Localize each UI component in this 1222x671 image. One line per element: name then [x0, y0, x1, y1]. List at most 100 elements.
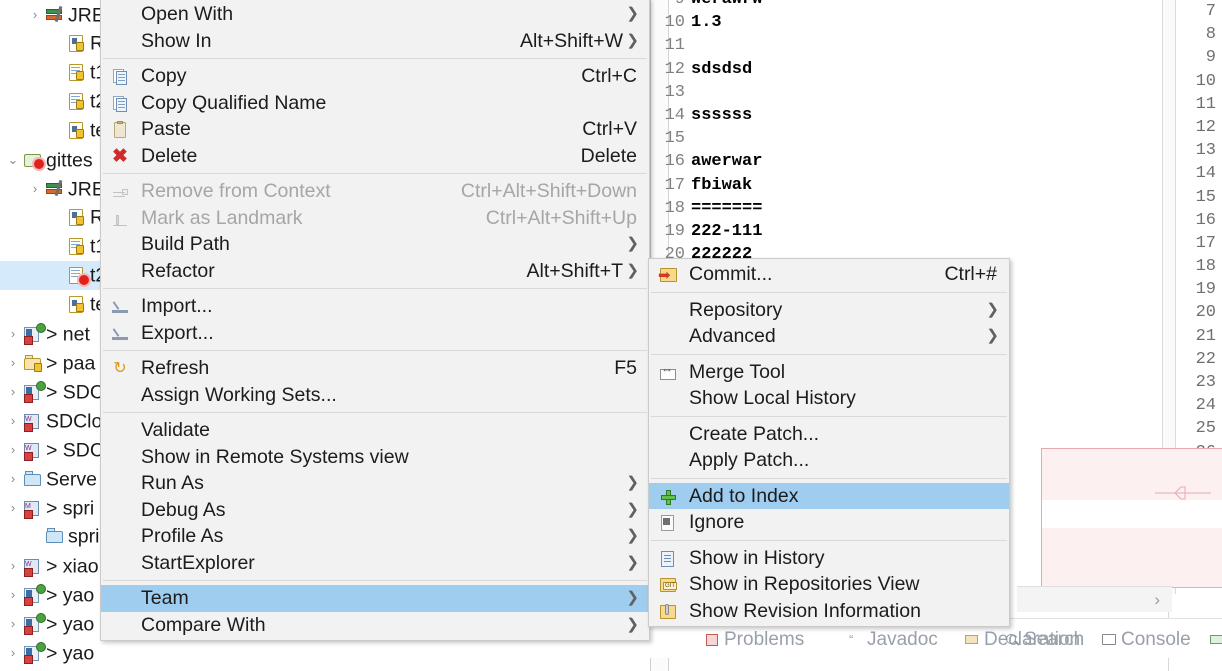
jre-library-icon: [44, 175, 68, 204]
code-line: 9: [1190, 46, 1216, 69]
expand-arrow-icon[interactable]: ›: [4, 667, 22, 671]
expand-arrow-icon[interactable]: ›: [4, 406, 22, 435]
menu-item-copy-qualified-name[interactable]: Copy Qualified Name: [101, 90, 649, 117]
code-line: 17: [1190, 232, 1216, 255]
code-line: 10: [1190, 70, 1216, 93]
chevron-right-icon: ❯: [626, 235, 639, 252]
view-tab-search[interactable]: Search: [1005, 626, 1084, 654]
menu-item-copy[interactable]: Copy Ctrl+C: [101, 63, 649, 90]
menu-item-show-in[interactable]: Show In Alt+Shift+W ❯: [101, 28, 649, 55]
menu-item-build-path[interactable]: Build Path ❯: [101, 231, 649, 258]
menu-item-assign-working-sets[interactable]: Assign Working Sets...: [101, 382, 649, 409]
menu-item-startexplorer[interactable]: StartExplorer ❯: [101, 550, 649, 577]
menu-item-team[interactable]: Team ❯: [101, 585, 649, 612]
menu-item-show-revision-information[interactable]: Show Revision Information: [649, 598, 1009, 625]
code-line: 19: [1190, 278, 1216, 301]
team-submenu[interactable]: ➡ Commit... Ctrl+# Repository ❯ Advanced ❯ ↔ Mer…: [648, 258, 1010, 627]
menu-item-ignore[interactable]: Ignore: [649, 509, 1009, 536]
menu-item-refactor[interactable]: Refactor Alt+Shift+T ❯: [101, 258, 649, 285]
tree-row[interactable]: ›> yao: [0, 638, 150, 667]
menu-item-label: Show in Remote Systems view: [141, 445, 409, 468]
expand-arrow-icon[interactable]: ›: [4, 493, 22, 522]
menu-item-commit[interactable]: ➡ Commit... Ctrl+#: [649, 261, 1009, 288]
project-context-menu[interactable]: Open With ❯ Show In Alt+Shift+W ❯ Copy Ctrl+C C…: [100, 0, 650, 641]
menu-item-compare-with[interactable]: Compare With ❯: [101, 612, 649, 639]
menu-item-merge-tool[interactable]: ↔ Merge Tool: [649, 359, 1009, 386]
menu-item-create-patch[interactable]: Create Patch...: [649, 421, 1009, 448]
expand-arrow-icon[interactable]: ›: [4, 638, 22, 667]
menu-item-accelerator: F5: [614, 357, 637, 379]
menu-item-mark-as-landmark[interactable]: Mark as Landmark Ctrl+Alt+Shift+Up: [101, 205, 649, 232]
menu-item-profile-as[interactable]: Profile As ❯: [101, 523, 649, 550]
line-number: 11: [664, 36, 685, 56]
expand-arrow-icon[interactable]: ›: [4, 464, 22, 493]
menu-item-accelerator: Ctrl+Alt+Shift+Up: [485, 206, 637, 229]
code-line: 12 sdsdsd: [651, 58, 762, 81]
menu-separator: [103, 173, 647, 174]
expand-arrow-icon[interactable]: ›: [26, 174, 44, 203]
expand-arrow-icon[interactable]: ⌄: [4, 145, 22, 174]
line-number: 15: [664, 129, 685, 149]
line-text: fbiwak: [691, 175, 753, 195]
import-icon: [111, 298, 129, 316]
menu-item-show-in-repositories-view[interactable]: GIT Show in Repositories View: [649, 571, 1009, 598]
expand-arrow-icon[interactable]: ›: [4, 435, 22, 464]
line-number: 15: [1195, 187, 1216, 207]
editor-horizontal-scrollbar[interactable]: ›: [1017, 586, 1172, 612]
menu-item-export[interactable]: Export...: [101, 320, 649, 347]
menu-separator: [103, 288, 647, 289]
menu-item-label: Commit...: [689, 263, 773, 285]
menu-item-advanced[interactable]: Advanced ❯: [649, 323, 1009, 350]
code-line: 11: [651, 34, 762, 57]
menu-item-open-with[interactable]: Open With ❯: [101, 1, 649, 28]
expand-arrow-icon[interactable]: ›: [4, 348, 22, 377]
expand-arrow-icon[interactable]: ›: [26, 0, 44, 29]
line-text: [685, 83, 691, 102]
menu-item-label: Paste: [141, 118, 191, 140]
view-tab-console[interactable]: Console: [1102, 626, 1191, 654]
menu-item-label: Run As: [141, 472, 204, 494]
menu-separator: [651, 291, 1007, 293]
folder-plain-icon: [44, 522, 68, 551]
menu-item-apply-patch[interactable]: Apply Patch...: [649, 447, 1009, 474]
menu-item-run-as[interactable]: Run As ❯: [101, 470, 649, 497]
line-number: 11: [1195, 94, 1216, 114]
view-tab-p[interactable]: P: [1210, 626, 1222, 654]
tree-item-label: > spri: [46, 497, 95, 520]
code-line: 8: [1190, 23, 1216, 46]
code-line: 17 fbiwak: [651, 174, 762, 197]
code-line: 14 ssssss: [651, 104, 762, 127]
expand-arrow-icon[interactable]: ›: [4, 319, 22, 348]
scroll-right-chevron[interactable]: ›: [1154, 590, 1160, 610]
line-number: 17: [1195, 233, 1216, 253]
chevron-right-icon: ❯: [626, 474, 639, 491]
java-project-icon: [22, 581, 46, 610]
menu-item-show-local-history[interactable]: Show Local History: [649, 385, 1009, 412]
menu-item-remove-from-context[interactable]: Remove from Context Ctrl+Alt+Shift+Down: [101, 178, 649, 205]
expand-arrow-icon[interactable]: ›: [4, 609, 22, 638]
landmark-icon: [111, 210, 129, 228]
expand-arrow-icon[interactable]: ›: [4, 580, 22, 609]
menu-item-refresh[interactable]: ↻ Refresh F5: [101, 355, 649, 382]
menu-item-add-to-index[interactable]: Add to Index: [649, 482, 1009, 509]
code-line: 22: [1190, 348, 1216, 371]
tree-row[interactable]: ›> yao: [0, 667, 150, 671]
expand-arrow-icon[interactable]: ›: [4, 551, 22, 580]
menu-item-paste[interactable]: Paste Ctrl+V: [101, 116, 649, 143]
jre-library-icon: [44, 1, 68, 30]
menu-item-show-in-remote-systems-view[interactable]: Show in Remote Systems view: [101, 444, 649, 471]
view-tab-problems[interactable]: Problems: [705, 626, 804, 654]
view-tab-javadoc[interactable]: “ Javadoc: [848, 626, 938, 654]
line-text: 1.3: [691, 13, 722, 33]
line-number: 10: [664, 13, 685, 33]
expand-arrow-icon[interactable]: ›: [4, 377, 22, 406]
menu-item-label: Debug As: [141, 498, 226, 521]
menu-item-validate[interactable]: Validate: [101, 417, 649, 444]
menu-item-repository[interactable]: Repository ❯: [649, 297, 1009, 324]
menu-item-show-in-history[interactable]: Show in History: [649, 545, 1009, 572]
menu-item-import[interactable]: Import...: [101, 293, 649, 320]
declaration-icon: [965, 633, 981, 647]
menu-item-debug-as[interactable]: Debug As ❯: [101, 497, 649, 524]
menu-item-delete[interactable]: ✖ Delete Delete: [101, 143, 649, 170]
chevron-right-icon: ❯: [626, 589, 639, 606]
